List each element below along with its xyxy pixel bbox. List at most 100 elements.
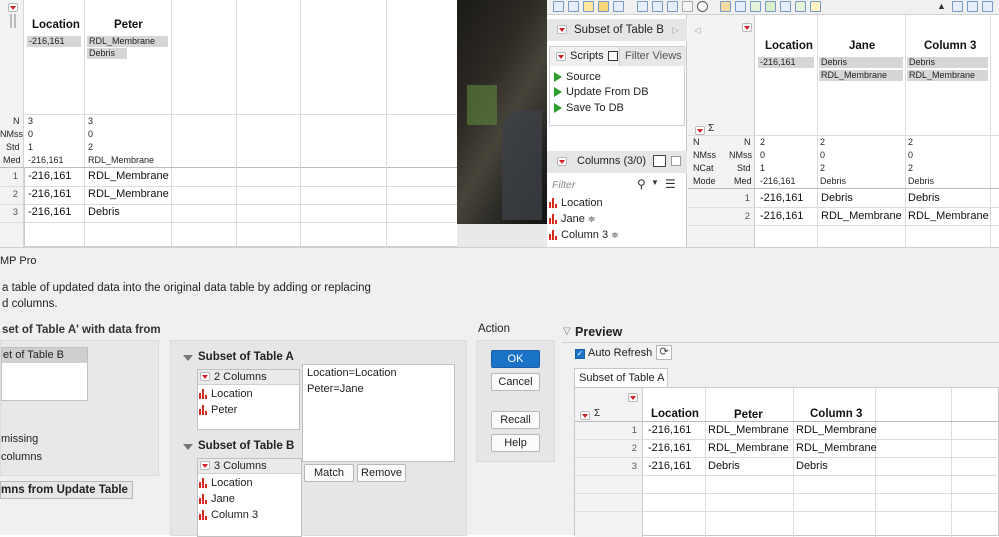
- table-cell[interactable]: RDL_Membrane: [88, 188, 169, 200]
- table-cell[interactable]: Debris: [796, 460, 828, 472]
- table-cell[interactable]: -216,161: [28, 206, 71, 218]
- split-icon[interactable]: [750, 1, 761, 12]
- table-cell[interactable]: -216,161: [648, 442, 691, 454]
- table-cell[interactable]: Debris: [88, 206, 120, 218]
- table-cell[interactable]: Debris: [821, 192, 853, 204]
- column-list-item[interactable]: Column 3 ≑: [549, 229, 619, 241]
- col-header-location[interactable]: Location: [32, 19, 80, 31]
- help-button[interactable]: Help: [491, 434, 540, 452]
- preview-rows-menu-icon[interactable]: [580, 411, 590, 420]
- preview-collapse-icon[interactable]: ▽: [563, 326, 571, 337]
- expand-arrow-icon[interactable]: ▷: [672, 25, 679, 36]
- filter-options-icon[interactable]: ☰: [665, 177, 676, 191]
- table-cell[interactable]: RDL_Membrane: [796, 442, 877, 454]
- search-icon[interactable]: [697, 1, 708, 12]
- folder-icon[interactable]: [598, 1, 609, 12]
- preview-table-menu-icon[interactable]: [628, 393, 638, 402]
- scripts-menu-icon[interactable]: [556, 52, 566, 61]
- column-list-item[interactable]: Jane: [199, 493, 235, 505]
- table-cell[interactable]: -216,161: [760, 192, 803, 204]
- script-item-update[interactable]: Update From DB: [554, 86, 649, 98]
- cut-icon[interactable]: [637, 1, 648, 12]
- match-list[interactable]: Location=Location Peter=Jane: [302, 364, 455, 462]
- chart-icon[interactable]: [952, 1, 963, 12]
- subset-a-menu-icon[interactable]: [200, 372, 210, 381]
- open-icon[interactable]: [568, 1, 579, 12]
- filter-views-tab[interactable]: Filter Views: [620, 47, 686, 66]
- collapse-arrow-icon[interactable]: ◁: [694, 25, 701, 36]
- script-item-save[interactable]: Save To DB: [554, 102, 624, 114]
- table-cell[interactable]: -216,161: [28, 170, 71, 182]
- filter-input[interactable]: Filter ⚲ ▼ ☰: [549, 177, 685, 193]
- col-header-column3[interactable]: Column 3: [810, 408, 862, 420]
- column-layout-icon[interactable]: [653, 155, 666, 167]
- paste-icon[interactable]: [667, 1, 678, 12]
- table-cell[interactable]: Debris: [708, 460, 740, 472]
- refresh-icon[interactable]: ⟳: [656, 345, 672, 360]
- dropdown-arrow-icon[interactable]: ▼: [651, 178, 659, 187]
- source-table-list[interactable]: et of Table B: [1, 347, 88, 401]
- collapse-icon[interactable]: [183, 444, 193, 450]
- python-icon[interactable]: [583, 1, 594, 12]
- pen-icon[interactable]: [810, 1, 821, 12]
- table-icon[interactable]: [720, 1, 731, 12]
- collapse-icon[interactable]: [183, 355, 193, 361]
- column-list-item[interactable]: Location: [549, 197, 603, 209]
- ok-button[interactable]: OK: [491, 350, 540, 368]
- add-columns-outline[interactable]: mns from Update Table: [0, 481, 133, 499]
- table-cell[interactable]: RDL_Membrane: [708, 424, 789, 436]
- source-table-item[interactable]: et of Table B: [2, 348, 87, 363]
- table-b-grid-menu-icon[interactable]: [742, 23, 752, 32]
- save-icon[interactable]: [613, 1, 624, 12]
- preview-tab[interactable]: Subset of Table A: [574, 368, 668, 388]
- arrow-icon[interactable]: [795, 1, 806, 12]
- table-cell[interactable]: RDL_Membrane: [708, 442, 789, 454]
- col-header-location[interactable]: Location: [765, 40, 813, 52]
- new-table-icon[interactable]: [553, 1, 564, 12]
- table-cell[interactable]: Debris: [908, 192, 940, 204]
- table-cell[interactable]: RDL_Membrane: [88, 170, 169, 182]
- cancel-button[interactable]: Cancel: [491, 373, 540, 391]
- scripts-checkbox[interactable]: [608, 51, 618, 61]
- column-list-item[interactable]: Peter: [199, 404, 237, 416]
- column-list-item[interactable]: Jane ≑: [549, 213, 595, 225]
- rows-menu-icon[interactable]: [695, 126, 705, 135]
- table-b-menu-icon[interactable]: [557, 25, 567, 34]
- triangle-icon[interactable]: ▲: [937, 1, 948, 12]
- columns-checkbox[interactable]: [671, 156, 681, 166]
- formula-icon[interactable]: [780, 1, 791, 12]
- col-header-peter[interactable]: Peter: [114, 19, 143, 31]
- recall-button[interactable]: Recall: [491, 411, 540, 429]
- remove-button[interactable]: Remove: [357, 464, 406, 482]
- copy-icon[interactable]: [652, 1, 663, 12]
- subset-b-menu-icon[interactable]: [200, 461, 210, 470]
- table-a-menu-icon[interactable]: [8, 3, 18, 12]
- lock-icon[interactable]: [682, 1, 693, 12]
- match-item[interactable]: Location=Location: [307, 367, 397, 379]
- column-list-item[interactable]: Column 3: [199, 509, 258, 521]
- columns-option[interactable]: columns: [1, 451, 42, 463]
- table-cell[interactable]: RDL_Membrane: [821, 210, 902, 222]
- column-list-item[interactable]: Location: [199, 388, 253, 400]
- grid-icon[interactable]: [735, 1, 746, 12]
- match-item[interactable]: Peter=Jane: [307, 383, 364, 395]
- chart2-icon[interactable]: [967, 1, 978, 12]
- table-cell[interactable]: -216,161: [648, 460, 691, 472]
- col-header-column3[interactable]: Column 3: [924, 40, 976, 52]
- col-header-location[interactable]: Location: [651, 408, 699, 420]
- col-header-peter[interactable]: Peter: [734, 409, 763, 421]
- script-item-source[interactable]: Source: [554, 71, 601, 83]
- auto-refresh-checkbox[interactable]: ✓: [575, 349, 585, 359]
- columns-menu-icon[interactable]: [557, 157, 567, 166]
- search-icon[interactable]: ⚲: [637, 177, 646, 191]
- match-button[interactable]: Match: [304, 464, 354, 482]
- table-cell[interactable]: -216,161: [28, 188, 71, 200]
- col-header-jane[interactable]: Jane: [849, 40, 875, 52]
- table-cell[interactable]: -216,161: [760, 210, 803, 222]
- chart3-icon[interactable]: [982, 1, 993, 12]
- missing-option[interactable]: missing: [1, 433, 38, 445]
- table-cell[interactable]: RDL_Membrane: [908, 210, 989, 222]
- scripts-header[interactable]: Scripts: [550, 47, 620, 66]
- column-list-item[interactable]: Location: [199, 477, 253, 489]
- table-cell[interactable]: -216,161: [648, 424, 691, 436]
